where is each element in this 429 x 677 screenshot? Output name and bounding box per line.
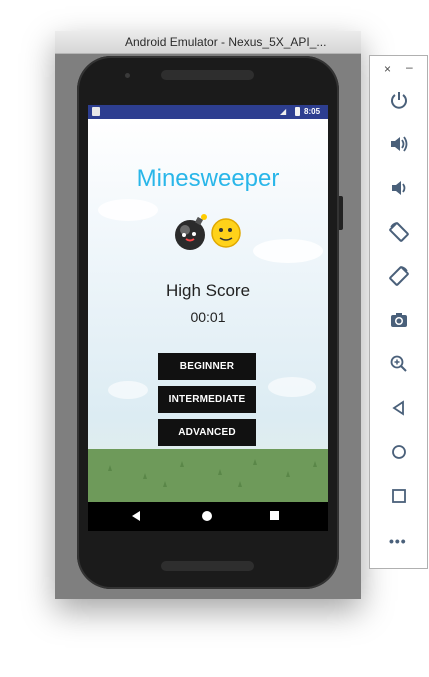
rotate-right-icon[interactable] — [387, 264, 411, 288]
back-icon[interactable] — [132, 511, 140, 521]
grass-tufts — [108, 459, 317, 487]
rotate-left-icon[interactable] — [387, 220, 411, 244]
cloud — [108, 381, 148, 399]
mascot-icons — [175, 214, 241, 250]
advanced-button[interactable]: ADVANCED — [158, 419, 256, 446]
minimize-button[interactable]: – — [406, 60, 413, 74]
notification-icon — [92, 107, 100, 116]
android-nav-bar — [88, 502, 328, 531]
top-speaker — [161, 70, 254, 80]
high-score-value: 00:01 — [190, 309, 226, 325]
status-time: 8:05 — [304, 107, 321, 116]
app-content: Minesweeper High Score 00:01 BEGINNER IN… — [88, 119, 328, 502]
phone-side-button — [339, 196, 343, 230]
emulator-toolbar: × – ••• — [369, 55, 428, 569]
smiley-icon — [211, 218, 241, 248]
volume-down-icon[interactable] — [387, 176, 411, 200]
signal-icon: ◢ — [280, 107, 287, 116]
cloud — [268, 377, 316, 397]
close-button[interactable]: × — [384, 62, 391, 76]
overview-icon[interactable] — [387, 484, 411, 508]
bomb-icon — [175, 214, 207, 250]
recents-icon[interactable] — [270, 511, 279, 520]
app-title: Minesweeper — [136, 165, 280, 192]
window-title: Android Emulator - Nexus_5X_API_... — [125, 35, 327, 49]
volume-up-icon[interactable] — [387, 132, 411, 156]
back-icon[interactable] — [387, 396, 411, 420]
cloud — [98, 199, 158, 221]
beginner-button[interactable]: BEGINNER — [158, 353, 256, 380]
home-icon[interactable] — [387, 440, 411, 464]
phone-frame: ◢ 8:05 Minesweeper High Score 00:01 BEGI… — [77, 56, 339, 589]
home-icon[interactable] — [202, 511, 212, 521]
high-score-label: High Score — [165, 281, 251, 300]
phone-screen: ◢ 8:05 Minesweeper High Score 00:01 BEGI… — [88, 105, 328, 531]
status-bar: ◢ 8:05 — [88, 105, 328, 119]
more-icon[interactable]: ••• — [389, 533, 407, 549]
battery-icon — [295, 107, 300, 116]
emulator-window: Android Emulator - Nexus_5X_API_... ◢ 8:… — [55, 31, 361, 599]
camera-icon[interactable] — [387, 308, 411, 332]
intermediate-button[interactable]: INTERMEDIATE — [158, 386, 256, 413]
bottom-speaker — [161, 561, 254, 571]
power-icon[interactable] — [387, 88, 411, 112]
emulator-titlebar[interactable]: Android Emulator - Nexus_5X_API_... — [55, 31, 361, 54]
cloud — [253, 239, 323, 263]
front-camera — [125, 73, 130, 78]
zoom-icon[interactable] — [387, 352, 411, 376]
